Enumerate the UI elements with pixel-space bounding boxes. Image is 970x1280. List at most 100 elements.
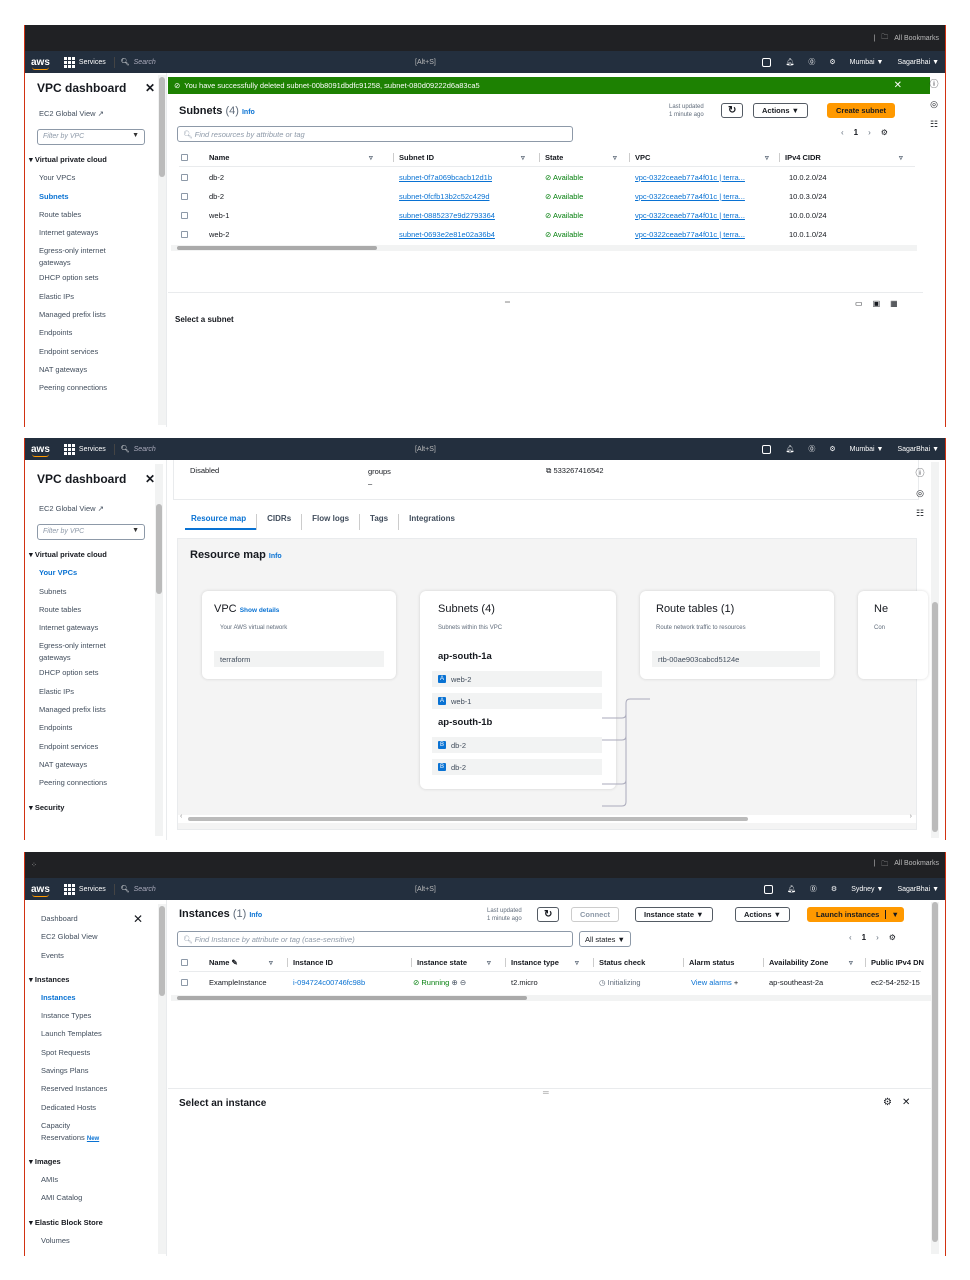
cloudshell-icon[interactable] [762, 444, 772, 454]
close-icon[interactable]: ✕ [894, 80, 902, 91]
gear-icon[interactable]: ⚙ [829, 58, 835, 66]
ec2-global-view-link[interactable]: EC2 Global View ↗ [25, 105, 166, 123]
col-alarm-status[interactable]: Alarm status [683, 957, 734, 967]
cloudshell-icon[interactable] [762, 57, 772, 67]
search-bar[interactable]: 🔍︎ Search [121, 885, 156, 894]
info-circle-icon[interactable]: ⓘ [915, 466, 924, 479]
prev-page-icon[interactable]: ‹ [841, 128, 844, 137]
sidebar-item-savings-plans[interactable]: Savings Plans [25, 1062, 166, 1080]
sidebar-item-route-tables[interactable]: Route tables [25, 601, 166, 619]
gear-icon[interactable]: ⚙ [889, 933, 896, 942]
launch-instances-button[interactable]: Launch instances ▼ [807, 907, 904, 922]
sidebar-item-internet-gateways[interactable]: Internet gateways [25, 619, 166, 637]
row-checkbox[interactable] [181, 231, 188, 238]
region-selector[interactable]: Mumbai ▼ [850, 59, 884, 66]
col-name[interactable]: Name [209, 153, 229, 162]
page-number[interactable]: 1 [854, 128, 858, 137]
services-menu[interactable]: Services [63, 443, 115, 455]
apps-grid-icon[interactable]: ⁘ [31, 861, 37, 869]
zoom-in-icon[interactable]: ⊕ [451, 978, 457, 987]
cell-vpc[interactable]: vpc-0322ceaeb77a4f01c | terra... [635, 173, 745, 182]
cell-vpc[interactable]: vpc-0322ceaeb77a4f01c | terra... [635, 211, 745, 220]
sidebar-item-elastic-ips[interactable]: Elastic IPs [25, 288, 166, 306]
cell-vpc[interactable]: vpc-0322ceaeb77a4f01c | terra... [635, 192, 745, 201]
refresh-button[interactable]: ↻ [537, 907, 560, 922]
cell-instance-id[interactable]: i-094724c00746fc98b [293, 978, 365, 987]
sort-icon[interactable]: ▿ [849, 958, 853, 967]
sort-icon[interactable]: ▿ [269, 958, 273, 967]
row-checkbox[interactable] [181, 979, 188, 986]
zoom-out-icon[interactable]: ⊖ [460, 978, 466, 987]
sort-icon[interactable]: ▿ [613, 153, 617, 162]
close-icon[interactable]: ✕ [145, 81, 155, 95]
sidebar-item-egress-only[interactable]: Egress-only internet gateways [25, 637, 166, 664]
sidebar-item-peering[interactable]: Peering connections [25, 774, 166, 792]
col-instance-type[interactable]: Instance type [505, 957, 559, 967]
target-icon[interactable]: ◎ [930, 99, 938, 110]
region-selector[interactable]: Sydney ▼ [851, 886, 883, 893]
col-vpc[interactable]: VPC [629, 152, 650, 162]
instance-state-button[interactable]: Instance state ▼ [635, 907, 713, 922]
row-checkbox[interactable] [181, 193, 188, 200]
split-side-icon[interactable]: ▣ [873, 299, 881, 308]
table-row[interactable]: db-2 subnet-0fcfb13b2c52c429d ⊘ Availabl… [179, 187, 915, 206]
plus-icon[interactable]: + [734, 978, 738, 987]
ec2-global-view-link[interactable]: EC2 Global View ↗ [25, 500, 166, 518]
sort-icon[interactable]: ▿ [899, 153, 903, 162]
page-number[interactable]: 1 [862, 933, 866, 942]
sidebar-item-peering[interactable]: Peering connections [25, 379, 166, 397]
pencil-icon[interactable]: ✎ [232, 958, 238, 967]
sidebar-item-prefix-lists[interactable]: Managed prefix lists [25, 306, 166, 324]
col-instance-id[interactable]: Instance ID [287, 957, 333, 967]
col-ipv4-cidr[interactable]: IPv4 CIDR [779, 152, 821, 162]
search-bar[interactable]: 🔍︎ Search [121, 58, 156, 67]
sidebar-item-nat-gateways[interactable]: NAT gateways [25, 361, 166, 379]
aws-logo[interactable]: aws [31, 57, 50, 70]
cell-subnet-id[interactable]: subnet-0f7a069bcacb12d1b [399, 173, 492, 182]
sort-icon[interactable]: ▿ [369, 153, 373, 162]
tab-flow-logs[interactable]: Flow logs [301, 514, 359, 530]
all-bookmarks-link[interactable]: All Bookmarks [894, 860, 939, 871]
split-bottom-icon[interactable]: ▭ [855, 299, 863, 308]
close-icon[interactable]: ✕ [902, 1097, 910, 1108]
sidebar-item-internet-gateways[interactable]: Internet gateways [25, 224, 166, 242]
col-availability-zone[interactable]: Availability Zone [763, 957, 828, 967]
sidebar-item-reserved-instances[interactable]: Reserved Instances [25, 1080, 166, 1098]
main-scrollbar[interactable] [931, 902, 939, 1254]
subnet-chip[interactable]: Bdb-2 [432, 759, 602, 775]
bell-icon[interactable]: 🔔︎ [787, 885, 796, 893]
sidebar-item-route-tables[interactable]: Route tables [25, 206, 166, 224]
find-resources-input[interactable]: 🔍︎ Find resources by attribute or tag [177, 126, 573, 142]
horizontal-scrollbar[interactable] [171, 245, 917, 251]
info-link[interactable]: Info [249, 912, 262, 919]
route-table-chip[interactable]: rtb-00ae903cabcd5124e [652, 651, 820, 667]
bell-icon[interactable]: 🔔︎ [785, 445, 794, 453]
close-icon[interactable]: ✕ [145, 472, 155, 486]
sidebar-item-launch-templates[interactable]: Launch Templates [25, 1025, 166, 1043]
filter-by-vpc-select[interactable]: Filter by VPC ▼ [37, 524, 145, 541]
aws-logo[interactable]: aws [31, 444, 50, 457]
col-instance-state[interactable]: Instance state [411, 957, 467, 967]
section-virtual-private-cloud[interactable]: ▾ Virtual private cloud [25, 546, 166, 564]
vpc-chip[interactable]: terraform [214, 651, 384, 667]
user-menu[interactable]: SagarBhai ▼ [897, 59, 939, 66]
create-subnet-button[interactable]: Create subnet [827, 103, 896, 118]
close-icon[interactable]: ✕ [133, 910, 143, 928]
tab-resource-map[interactable]: Resource map [185, 514, 257, 530]
sort-icon[interactable]: ▿ [487, 958, 491, 967]
sidebar-item-ami-catalog[interactable]: AMI Catalog [25, 1189, 166, 1207]
services-menu[interactable]: Services [63, 883, 115, 895]
cell-subnet-id[interactable]: subnet-0693e2e81e02a36b4 [399, 230, 495, 239]
sidebar-item-egress-only[interactable]: Egress-only internet gateways [25, 242, 166, 269]
sidebar-item-instance-types[interactable]: Instance Types [25, 1007, 166, 1025]
gear-icon[interactable]: ⚙ [831, 885, 837, 893]
tab-integrations[interactable]: Integrations [398, 514, 465, 530]
table-row[interactable]: db-2 subnet-0f7a069bcacb12d1b ⊘ Availabl… [179, 168, 915, 187]
sidebar-item-endpoint-services[interactable]: Endpoint services [25, 343, 166, 361]
sidebar-item-dashboard[interactable]: Dashboard ✕ [25, 910, 166, 928]
row-checkbox[interactable] [181, 212, 188, 219]
section-ebs[interactable]: ▾ Elastic Block Store [25, 1214, 166, 1232]
copy-icon[interactable]: ⧉ [546, 466, 551, 475]
sidebar-item-prefix-lists[interactable]: Managed prefix lists [25, 701, 166, 719]
sidebar-item-instances[interactable]: Instances [25, 989, 166, 1007]
